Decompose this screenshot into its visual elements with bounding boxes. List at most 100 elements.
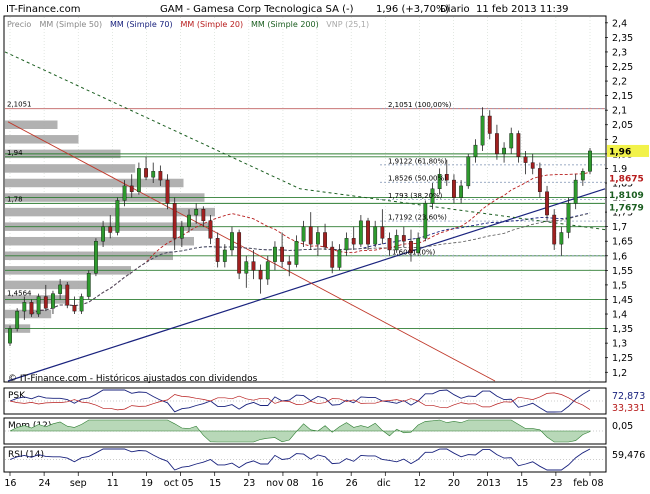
y-tick-label: 2,35 xyxy=(612,33,633,44)
candle-body xyxy=(115,200,120,233)
candle-body xyxy=(36,296,41,315)
candle-body xyxy=(473,144,478,157)
price-tag-label: 1,96 xyxy=(609,147,631,157)
x-tick-label: sep xyxy=(70,478,87,489)
candle-body xyxy=(323,232,327,248)
candle-body xyxy=(301,226,306,242)
candle-body xyxy=(495,133,499,155)
y-tick-label: 2,4 xyxy=(612,18,627,29)
y-tick-label: 2 xyxy=(612,135,618,146)
candle-body xyxy=(552,214,557,245)
candle-body xyxy=(215,238,220,262)
y-tick-label: 2,05 xyxy=(612,120,633,131)
volume-profile-bar xyxy=(5,178,184,188)
y-tick-label: 1,6 xyxy=(612,251,627,262)
y-tick-label: 2,1 xyxy=(612,106,627,117)
candle-body xyxy=(566,203,571,233)
candle-body xyxy=(51,293,55,309)
level-label: 1,94 xyxy=(7,149,23,157)
price-tag-label: 1,8675 xyxy=(609,174,644,184)
x-axis: 16 24 sep 11 19 oct 05 15 23 nov 08 16 26 dic 12 20 20… xyxy=(4,472,604,489)
candle-body xyxy=(502,147,506,155)
chart-canvas: IT-Finance.com GAM - Gamesa Corp Tecnolo… xyxy=(3,4,649,489)
level-label: 1,78 xyxy=(7,195,23,203)
candle-body xyxy=(559,232,564,245)
x-tick-label: feb 08 xyxy=(573,478,603,489)
x-tick-label: 20 xyxy=(448,478,460,489)
candle-body xyxy=(244,261,249,274)
legend-item: MM (Simple 200) xyxy=(251,20,319,29)
datetime-label: 11 feb 2013 11:39 xyxy=(476,4,569,15)
fib-label: 1,7192 (23,60%) xyxy=(388,214,447,222)
y-tick-label: 1,4 xyxy=(612,310,627,321)
candle-body xyxy=(358,220,363,245)
candle-body xyxy=(136,168,141,192)
candle-body xyxy=(537,168,542,192)
y-tick-label: 1,45 xyxy=(612,295,633,306)
candle-body xyxy=(516,133,521,157)
candle-body xyxy=(15,310,20,329)
legend-item: Precio xyxy=(7,20,31,29)
candle-body xyxy=(344,238,349,251)
legend-item: VNP (25,1) xyxy=(326,20,369,29)
candle-body xyxy=(530,162,535,169)
price-tag-label: 1,7679 xyxy=(609,203,644,213)
candle-body xyxy=(509,133,514,149)
candle-body xyxy=(308,226,313,245)
candle-body xyxy=(165,179,170,204)
candle-body xyxy=(523,156,528,163)
chart-root: IT-Finance.com GAM - Gamesa Corp Tecnolo… xyxy=(0,0,650,490)
level-label: 2,1051 xyxy=(7,101,32,109)
y-tick-label: 2,2 xyxy=(612,77,627,88)
indicator-panels: PSK 72,87333,331Mom (12) 0,05RSI (14) 59,47… xyxy=(3,387,645,473)
volume-profile-bar xyxy=(5,309,52,319)
x-tick-label: 19 xyxy=(141,478,153,489)
candle-body xyxy=(208,220,213,239)
indicator-value: 59,476 xyxy=(612,450,645,461)
y-tick-label: 1,5 xyxy=(612,280,627,291)
y-tick-label: 1,65 xyxy=(612,237,633,248)
candle-body xyxy=(129,185,134,192)
x-tick-label: 23 xyxy=(550,478,562,489)
candle-body xyxy=(108,226,113,233)
x-tick-label: 12 xyxy=(414,478,426,489)
indicator-name: PSK xyxy=(8,391,26,401)
y-tick-label: 1,7 xyxy=(612,222,627,233)
candle-body xyxy=(79,296,84,312)
candle-body xyxy=(158,171,163,181)
candle-body xyxy=(401,235,406,242)
footer-note: © IT-Finance.com - Históricos ajustados … xyxy=(8,373,258,384)
x-tick-label: 16 xyxy=(4,478,16,489)
candle-body xyxy=(287,261,292,265)
fib-label: 1,6001 (0%) xyxy=(392,248,436,256)
fib-label: 2,1051 (100,00%) xyxy=(388,101,452,109)
candle-body xyxy=(265,261,270,280)
candle-body xyxy=(588,150,592,172)
x-tick-label: 11 xyxy=(107,478,119,489)
y-tick-label: 1,2 xyxy=(612,368,627,379)
price-tag-label: 1,8109 xyxy=(609,191,644,201)
y-tick-label: 1,3 xyxy=(612,339,627,350)
x-tick-label: 26 xyxy=(346,478,358,489)
candle-body xyxy=(387,238,392,251)
candle-body xyxy=(72,305,77,312)
x-tick-label: 2013 xyxy=(476,478,500,489)
fib-label: 1,9122 (61,80%) xyxy=(388,157,447,165)
candle-body xyxy=(316,232,320,245)
candle-body xyxy=(337,249,342,268)
x-tick-label: dic xyxy=(377,478,391,489)
legend: Precio MM (Simple 50) MM (Simple 70) MM (Si… xyxy=(7,20,369,29)
y-tick-label: 2,25 xyxy=(612,62,633,73)
indicator-value: 72,873 xyxy=(612,391,645,402)
candle-body xyxy=(480,115,485,146)
y-tick-label: 2,15 xyxy=(612,91,633,102)
x-tick-label: 23 xyxy=(243,478,255,489)
candle-body xyxy=(86,273,91,297)
candle-body xyxy=(187,214,191,227)
candle-body xyxy=(258,270,263,280)
candle-body xyxy=(222,249,227,262)
y-tick-label: 1,55 xyxy=(612,266,633,277)
x-tick-label: 15 xyxy=(209,478,221,489)
candle-body xyxy=(351,238,356,245)
candle-body xyxy=(280,246,284,262)
